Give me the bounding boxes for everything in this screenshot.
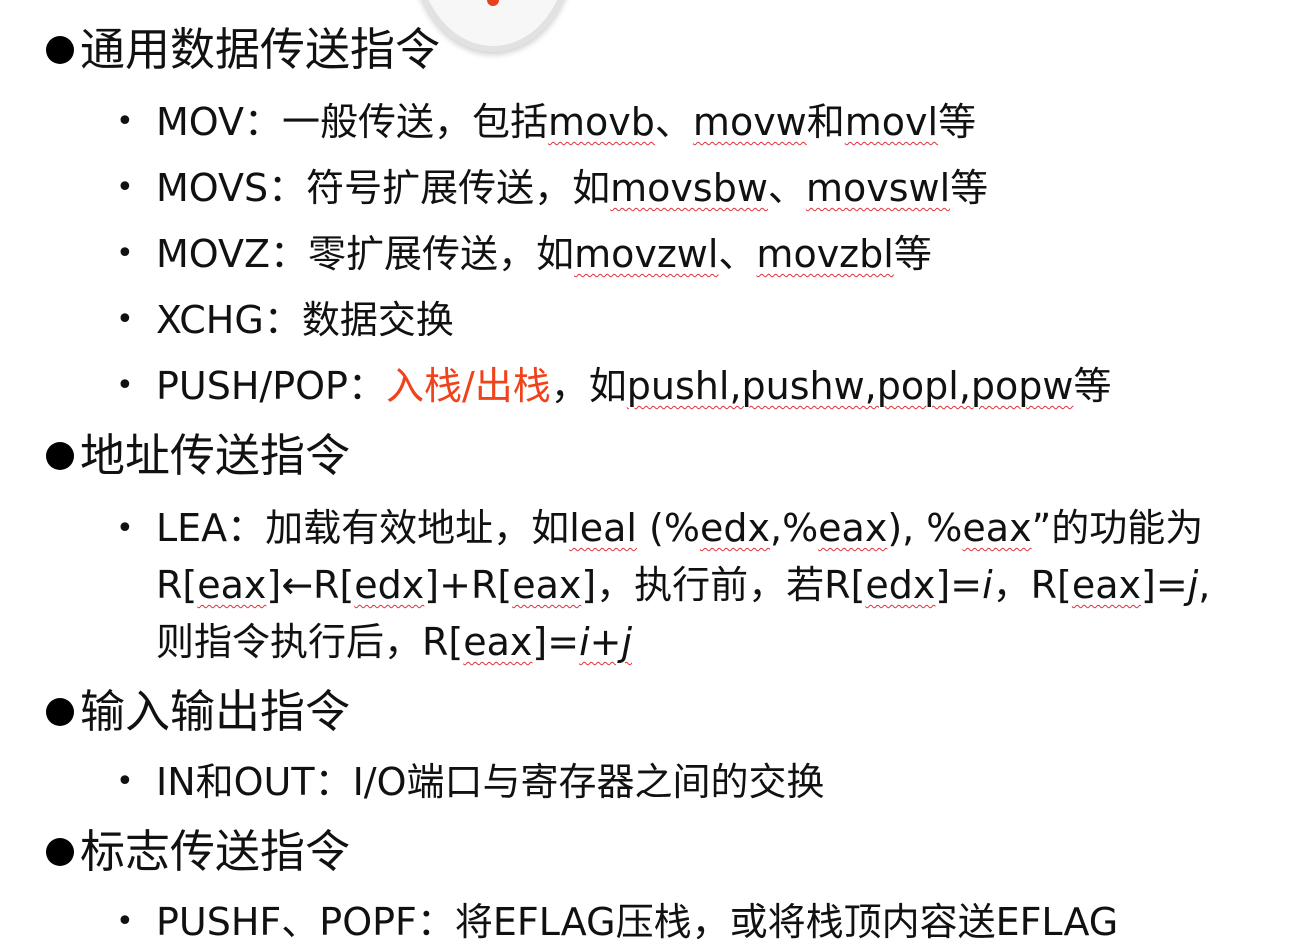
item-text: ), % — [887, 506, 963, 550]
bullet-dot-icon — [46, 36, 74, 64]
item-text: ”的功能为 — [1031, 506, 1204, 550]
bullet-icon: • — [116, 170, 134, 205]
bullet-icon: • — [116, 764, 134, 799]
item-term: eax — [463, 620, 533, 664]
item-text: ]= — [935, 563, 983, 607]
item-text: 、 — [718, 232, 757, 276]
item-highlight: 入栈/出栈 — [385, 364, 551, 408]
section-heading-general-transfer: 通用数据传送指令 — [46, 22, 440, 78]
item-text: 和 — [806, 100, 845, 144]
list-item-movs: • MOVS：符号扩展传送，如movsbw、movswl等 — [116, 160, 988, 216]
item-text: 等 — [893, 232, 932, 276]
bullet-icon: • — [116, 904, 134, 939]
item-text: 则指令执行后，R[ — [156, 620, 464, 664]
item-term: movsbw — [610, 166, 768, 210]
item-term: edx — [354, 563, 425, 607]
bullet-icon: • — [116, 511, 134, 546]
list-item-in-out: • IN和OUT：I/O端口与寄存器之间的交换 — [116, 754, 825, 810]
list-item-movz: • MOVZ：零扩展传送，如movzwl、movzbl等 — [116, 226, 932, 282]
item-text: 等 — [938, 100, 977, 144]
item-term: movswl — [805, 166, 951, 210]
item-text: ]+R[ — [424, 563, 513, 607]
item-term: eax — [512, 563, 582, 607]
item-term: leal — [569, 506, 637, 550]
item-text: ]= — [1141, 563, 1188, 607]
bullet-dot-icon — [46, 442, 74, 470]
item-text: ，R[ — [992, 563, 1072, 607]
item-variable: i+j — [579, 620, 633, 664]
item-text: XCHG：数据交换 — [156, 298, 454, 342]
section-title: 标志传送指令 — [80, 825, 351, 878]
bullet-icon: • — [116, 236, 134, 271]
list-item-pushf-popf: • PUSHF、POPF：将EFLAG压栈，或将栈顶内容送EFLAG — [116, 894, 1118, 950]
item-term: eax — [818, 506, 888, 550]
item-variable: i — [982, 563, 993, 607]
section-heading-flag-transfer: 标志传送指令 — [46, 824, 350, 880]
bullet-icon: • — [116, 368, 134, 403]
item-term: movl — [844, 100, 939, 144]
item-text: ]←R[ — [266, 563, 355, 607]
item-text: PUSHF、POPF：将EFLAG压栈，或将栈顶内容送EFLAG — [156, 900, 1119, 944]
list-item-push-pop: • PUSH/POP：入栈/出栈，如pushl,pushw,popl,popw等 — [116, 358, 1111, 414]
item-text: , — [1198, 563, 1211, 607]
item-term: edx — [699, 506, 770, 550]
item-text: MOVS：符号扩展传送，如 — [156, 166, 611, 210]
bullet-icon: • — [116, 302, 134, 337]
lea-line-3: 则指令执行后，R[eax]=i+j — [156, 614, 1210, 671]
item-text: 、 — [767, 166, 806, 210]
item-text: ,% — [769, 506, 819, 550]
bullet-dot-icon — [46, 838, 74, 866]
lea-line-2: R[eax]←R[edx]+R[eax]，执行前，若R[edx]=i，R[eax… — [156, 557, 1210, 614]
section-heading-address-transfer: 地址传送指令 — [46, 428, 350, 484]
item-term: eax — [197, 563, 267, 607]
list-item-mov: • MOV：一般传送，包括movb、movw和movl等 — [116, 94, 976, 150]
item-text: LEA：加载有效地址，如 — [156, 506, 570, 550]
section-title: 地址传送指令 — [80, 429, 351, 482]
item-text: MOV：一般传送，包括 — [156, 100, 549, 144]
item-text: PUSH/POP： — [156, 364, 386, 408]
lea-line-1: LEA：加载有效地址，如leal (%edx,%eax), %eax”的功能为 — [156, 500, 1210, 557]
item-term: edx — [865, 563, 936, 607]
item-term: movzbl — [756, 232, 894, 276]
item-text: (% — [636, 506, 700, 550]
item-term: movw — [692, 100, 807, 144]
item-term: pushl,pushw,popl,popw — [626, 364, 1074, 408]
section-title: 通用数据传送指令 — [80, 23, 441, 76]
item-text: R[ — [156, 563, 198, 607]
item-variable: j — [1187, 563, 1199, 607]
list-item-xchg: • XCHG：数据交换 — [116, 292, 454, 348]
item-term: movb — [548, 100, 655, 144]
bullet-dot-icon — [46, 698, 74, 726]
list-item-lea: LEA：加载有效地址，如leal (%edx,%eax), %eax”的功能为 … — [156, 500, 1210, 671]
item-text: MOVZ：零扩展传送，如 — [156, 232, 575, 276]
item-term: eax — [1071, 563, 1142, 607]
item-term: eax — [962, 506, 1032, 550]
section-title: 输入输出指令 — [80, 685, 351, 738]
item-text: ，如 — [550, 364, 627, 408]
bullet-icon: • — [116, 104, 134, 139]
item-text: 、 — [654, 100, 693, 144]
item-text: 等 — [1073, 364, 1112, 408]
section-heading-io: 输入输出指令 — [46, 684, 350, 740]
item-term: movzwl — [574, 232, 719, 276]
item-text: IN和OUT：I/O端口与寄存器之间的交换 — [156, 760, 825, 804]
item-text: 等 — [950, 166, 989, 210]
item-text: ]= — [532, 620, 580, 664]
item-text: ]，执行前，若R[ — [581, 563, 866, 607]
